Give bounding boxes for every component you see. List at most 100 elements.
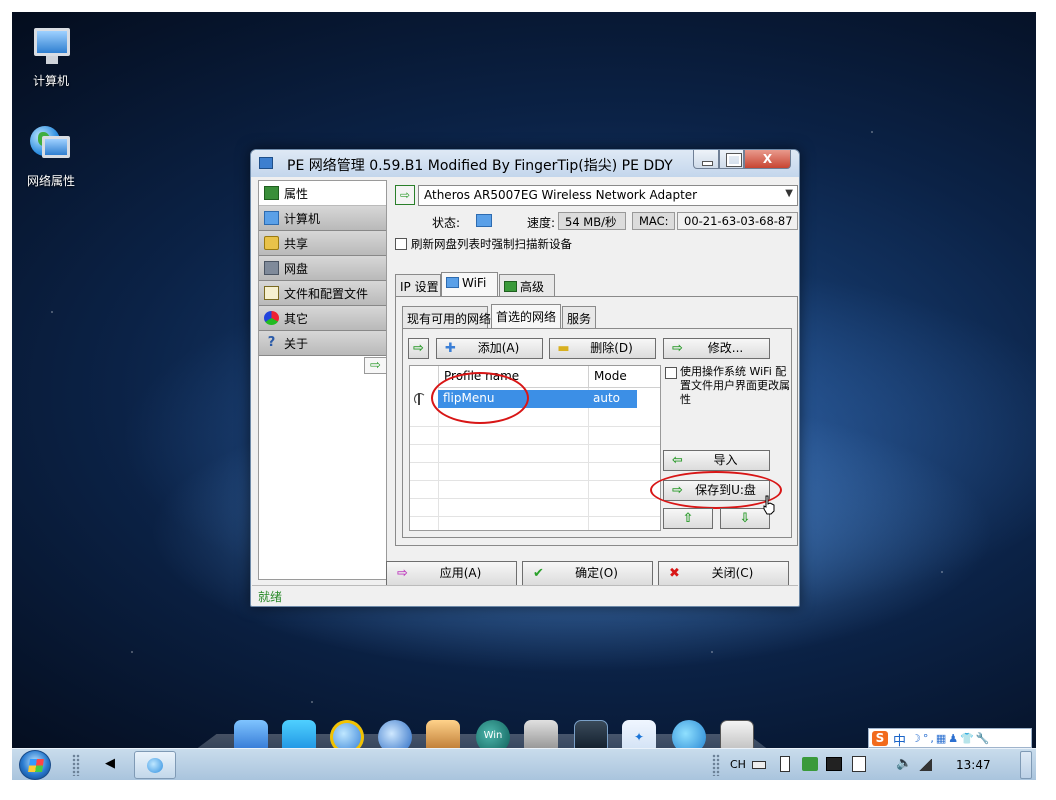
sidebar-item-network-drive[interactable]: 网盘: [259, 256, 386, 281]
desktop-icon-computer[interactable]: 计算机: [13, 24, 89, 89]
keyboard-icon[interactable]: [752, 761, 766, 769]
refresh-button[interactable]: ⇨: [408, 338, 429, 359]
sidebar-item-share[interactable]: 共享: [259, 231, 386, 256]
taskbar-grip[interactable]: [72, 754, 80, 776]
tab-label: WiFi: [462, 276, 487, 290]
add-button[interactable]: ✚ 添加(A): [436, 338, 543, 359]
close-button-label: 关闭(C): [711, 566, 754, 580]
share-icon: [264, 236, 279, 250]
checkmark-icon: ✔: [533, 566, 544, 581]
tab-available-networks[interactable]: 现有可用的网络: [402, 306, 492, 328]
ok-button-label: 确定(O): [575, 566, 618, 580]
speed-value: 54 MB/秒: [558, 212, 626, 230]
computer-icon: [264, 211, 279, 225]
tray-grip[interactable]: [712, 754, 720, 776]
start-button[interactable]: [19, 750, 51, 780]
desktop: 计算机 网络属性 PE 网络管理 0.59.B1 Modified By Fin…: [12, 12, 1036, 780]
modify-icon: ⇨: [672, 341, 683, 356]
taskbar: ◀ CH 🔈 13:47: [12, 748, 1036, 780]
network-tray-icon[interactable]: [802, 757, 818, 771]
modify-button-label: 修改...: [707, 341, 744, 355]
profile-mode-cell: auto: [593, 391, 621, 405]
network-status-icon: [476, 214, 492, 227]
tab-ip-settings[interactable]: IP 设置: [395, 274, 441, 296]
tab-label: IP 设置: [400, 280, 439, 294]
network-drive-icon: [264, 261, 279, 275]
signal-strength-icon[interactable]: [918, 759, 932, 771]
move-up-button[interactable]: ⇧: [663, 508, 713, 529]
close-button[interactable]: ✖ 关闭(C): [658, 561, 789, 586]
tab-preferred-networks[interactable]: 首选的网络: [491, 304, 561, 328]
speaker-quicklaunch-icon[interactable]: ◀: [105, 756, 115, 771]
force-refresh-checkbox[interactable]: [395, 238, 407, 250]
tab-label: 高级: [520, 280, 545, 294]
pe-network-manager-window: PE 网络管理 0.59.B1 Modified By FingerTip(指尖…: [250, 149, 800, 607]
apply-button-label: 应用(A): [439, 566, 482, 580]
computer-icon: [28, 24, 74, 68]
network-globe-icon: [28, 124, 74, 168]
sidebar-nav: 属性 计算机 共享 网盘 文件和配置文件 其它 ? 关于 ⇨: [258, 180, 387, 580]
sidebar-item-properties[interactable]: 属性: [259, 181, 386, 206]
sidebar-item-files-config[interactable]: 文件和配置文件: [259, 281, 386, 306]
ok-button[interactable]: ✔ 确定(O): [522, 561, 653, 586]
hand-cursor-icon: [763, 495, 775, 515]
ime-extras[interactable]: ☽°,▦♟👕🔧: [911, 732, 992, 745]
clock[interactable]: 13:47: [956, 758, 991, 772]
taskbar-item-network-manager[interactable]: [134, 751, 176, 779]
tab-services[interactable]: 服务: [562, 306, 596, 328]
mac-label: MAC:: [632, 212, 675, 230]
sidebar-item-computer[interactable]: 计算机: [259, 206, 386, 231]
adapter-select[interactable]: Atheros AR5007EG Wireless Network Adapte…: [418, 185, 798, 206]
close-window-button[interactable]: X: [744, 150, 791, 169]
maximize-button[interactable]: [719, 150, 744, 169]
volume-icon[interactable]: 🔈: [896, 756, 912, 771]
delete-button-label: 删除(D): [590, 341, 633, 355]
chevron-down-icon: ▼: [785, 188, 793, 199]
apply-button[interactable]: ⇨ 应用(A): [386, 561, 517, 586]
ime-lang-toggle[interactable]: 中: [893, 730, 906, 749]
usb-device-icon[interactable]: [780, 756, 790, 772]
ime-toolbar[interactable]: S 中 ☽°,▦♟👕🔧: [868, 728, 1032, 749]
apply-icon: ⇨: [397, 566, 408, 581]
tab-advanced[interactable]: 高级: [499, 274, 555, 296]
tab-label: 首选的网络: [496, 310, 557, 324]
wifi-signal-icon: [414, 393, 430, 405]
use-os-config-checkbox[interactable]: [665, 367, 677, 379]
mac-value: 00-21-63-03-68-87: [677, 212, 798, 230]
add-icon: ✚: [445, 341, 456, 356]
tab-wifi[interactable]: WiFi: [441, 272, 498, 296]
force-refresh-label: 刷新网盘列表时强制扫描新设备: [411, 237, 572, 251]
import-button[interactable]: ⇦ 导入: [663, 450, 770, 471]
import-button-label: 导入: [713, 453, 738, 467]
desktop-icon-label: 网络属性: [26, 174, 75, 188]
app-icon: [259, 157, 273, 169]
language-indicator[interactable]: CH: [730, 758, 746, 771]
sidebar-item-about[interactable]: ? 关于: [259, 331, 386, 356]
delete-button[interactable]: ▬ 删除(D): [549, 338, 656, 359]
desktop-icon-network[interactable]: 网络属性: [13, 124, 89, 189]
title-bar[interactable]: PE 网络管理 0.59.B1 Modified By FingerTip(指尖…: [251, 150, 799, 177]
sidebar-item-label: 关于: [284, 337, 309, 351]
status-bar: 就绪: [252, 585, 798, 605]
tab-label: 服务: [567, 312, 592, 326]
file-config-icon: [264, 286, 279, 300]
sidebar-item-label: 共享: [284, 237, 309, 251]
monitor-tray-icon[interactable]: [826, 757, 842, 771]
show-desktop-button[interactable]: [1020, 751, 1032, 779]
delete-icon: ▬: [557, 341, 570, 356]
close-icon: ✖: [669, 566, 680, 581]
battery-icon[interactable]: [852, 756, 866, 772]
adapter-select-value: Atheros AR5007EG Wireless Network Adapte…: [424, 188, 698, 202]
sidebar-item-other[interactable]: 其它: [259, 306, 386, 331]
ie-icon: [147, 758, 163, 773]
column-header-mode[interactable]: Mode: [588, 366, 660, 388]
minimize-button[interactable]: [693, 150, 719, 169]
tab-label: 现有可用的网络: [407, 312, 492, 326]
speed-label: 速度:: [527, 216, 556, 230]
help-icon: ?: [267, 335, 276, 350]
sogou-ime-icon[interactable]: S: [872, 731, 888, 746]
modify-button[interactable]: ⇨ 修改...: [663, 338, 770, 359]
nav-arrow-button[interactable]: ⇨: [364, 357, 387, 374]
wifi-icon: [446, 277, 459, 288]
adapter-refresh-button[interactable]: ⇨: [395, 185, 415, 205]
